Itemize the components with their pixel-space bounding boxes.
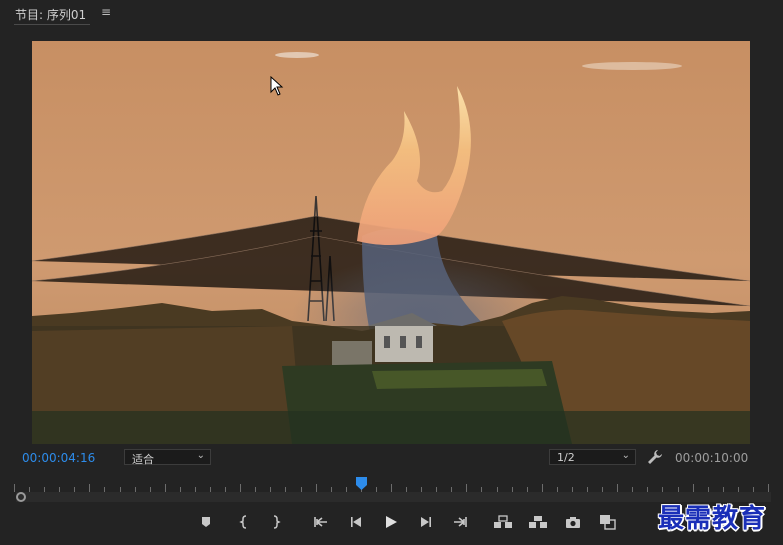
ruler-tick <box>316 484 317 492</box>
wrench-icon[interactable] <box>647 449 663 465</box>
zoom-level-value: 适合 <box>132 453 154 466</box>
step-back-button[interactable] <box>345 512 367 532</box>
video-preview[interactable] <box>32 41 750 444</box>
chevron-down-icon: ⌄ <box>196 450 205 461</box>
compare-view-icon <box>600 515 616 530</box>
ruler-tick <box>768 484 769 492</box>
ruler-tick <box>542 484 543 492</box>
playhead-icon[interactable] <box>356 477 367 490</box>
mark-in-icon <box>239 515 247 529</box>
play-button[interactable] <box>380 512 402 532</box>
lift-icon <box>494 515 512 528</box>
ruler-tick <box>693 484 694 492</box>
marker-icon <box>202 517 210 527</box>
panel-title[interactable]: 节目: 序列01 <box>15 6 86 23</box>
play-icon <box>386 516 397 528</box>
scrollbar-handle[interactable] <box>16 492 26 502</box>
mark-in-button[interactable] <box>233 512 255 532</box>
mark-out-icon <box>273 515 281 529</box>
playback-resolution-dropdown[interactable]: 1/2 ⌄ <box>549 449 636 465</box>
comparison-view-button[interactable] <box>597 512 619 532</box>
extract-icon <box>529 516 547 528</box>
step-back-icon <box>351 517 361 527</box>
zoom-level-dropdown[interactable]: 适合 ⌄ <box>124 449 211 466</box>
go-to-in-button[interactable] <box>310 512 332 532</box>
duration-timecode: 00:00:10:00 <box>675 451 749 465</box>
panel-header: 节目: 序列01 ≡ <box>0 0 783 28</box>
mark-out-button[interactable] <box>265 512 287 532</box>
go-to-out-button[interactable] <box>449 512 471 532</box>
ruler-tick <box>89 484 90 492</box>
panel-menu-icon[interactable]: ≡ <box>101 5 111 19</box>
watermark-text: 最需教育 <box>658 504 767 534</box>
go-to-in-icon <box>314 517 327 527</box>
ruler-tick <box>240 484 241 492</box>
ruler-tick <box>617 484 618 492</box>
lift-button[interactable] <box>492 512 514 532</box>
ruler-tick <box>466 484 467 492</box>
extract-button[interactable] <box>527 512 549 532</box>
export-frame-button[interactable] <box>562 512 584 532</box>
ruler-tick <box>165 484 166 492</box>
ruler-tick <box>391 484 392 492</box>
step-forward-icon <box>421 517 431 527</box>
panel-title-underline <box>14 24 90 25</box>
ruler-tick <box>14 484 15 492</box>
time-ruler[interactable] <box>14 478 769 492</box>
add-marker-button[interactable] <box>195 512 217 532</box>
step-forward-button[interactable] <box>415 512 437 532</box>
chevron-down-icon: ⌄ <box>621 450 630 461</box>
playback-resolution-value: 1/2 <box>557 451 575 464</box>
video-frame <box>32 41 750 444</box>
mouse-cursor-icon <box>270 76 284 96</box>
current-timecode[interactable]: 00:00:04:16 <box>22 451 95 465</box>
go-to-out-icon <box>454 517 467 527</box>
program-monitor-panel: 节目: 序列01 ≡ 00:00:04:16 适合 ⌄ 1/2 ⌄ 00:00:… <box>0 0 783 545</box>
camera-icon <box>566 516 580 528</box>
